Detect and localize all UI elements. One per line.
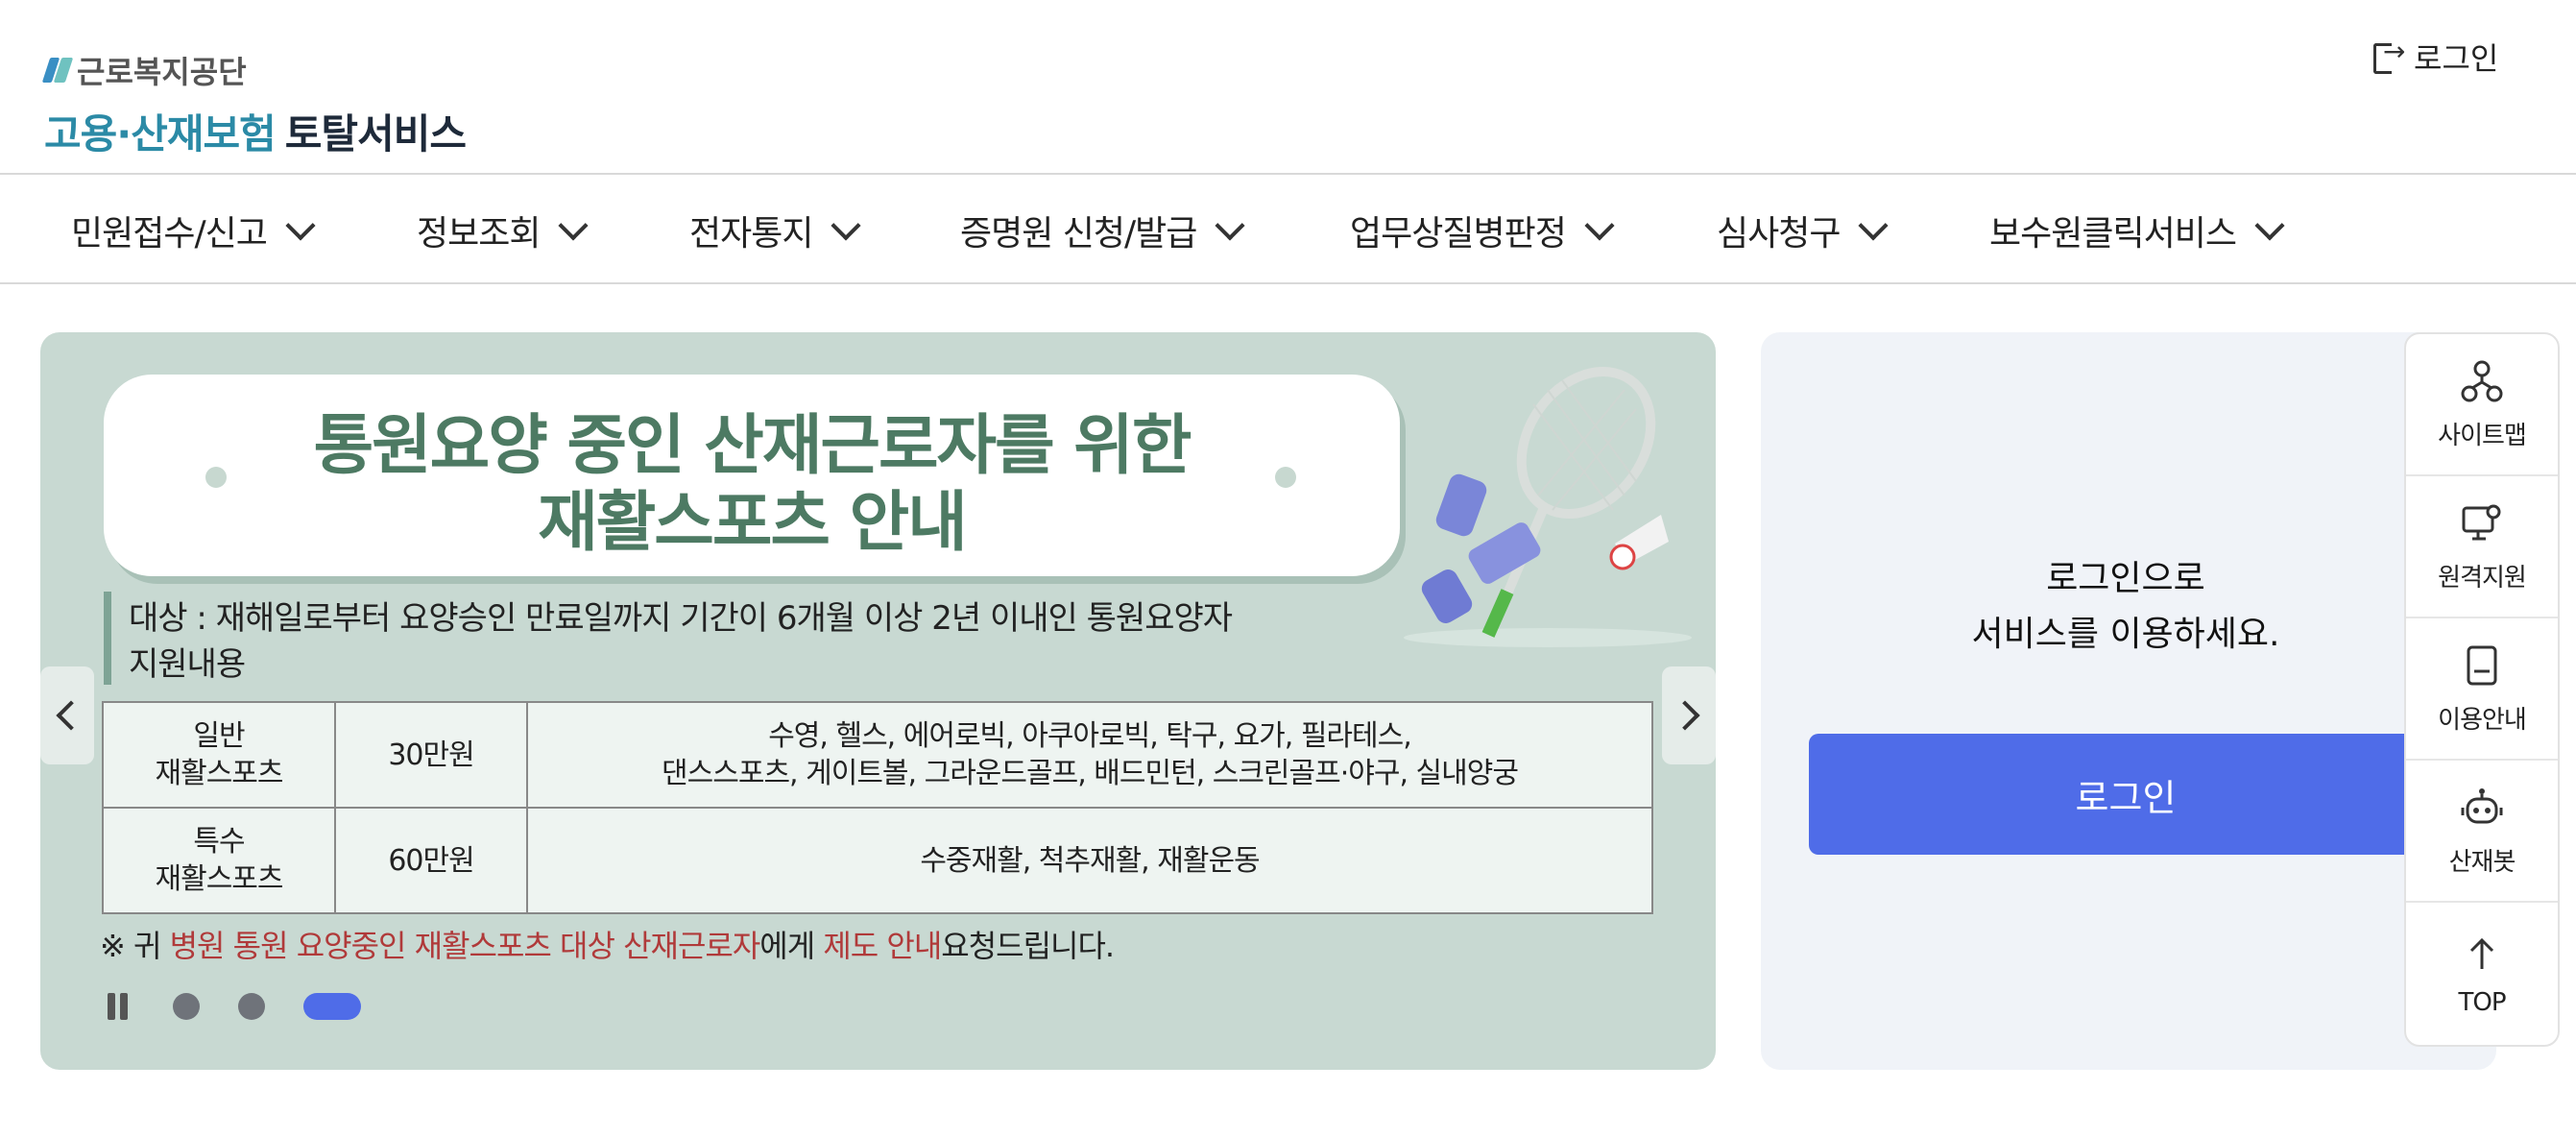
type-line: 특수 (193, 825, 245, 859)
chatbot-icon (2461, 787, 2503, 823)
detail-line: 댄스스포츠, 게이트볼, 그라운드골프, 배드민턴, 스크린골프·야구, 실내양… (662, 757, 1519, 790)
slide-indicator-2[interactable] (238, 993, 265, 1020)
site-logo[interactable]: 근로복지공단 고용·산재보험 토탈서비스 (44, 48, 467, 160)
quick-item-label: 이용안내 (2438, 705, 2527, 735)
chevron-down-icon (831, 210, 862, 241)
detail-line: 수영, 헬스, 에어로빅, 아쿠아로빅, 탁구, 요가, 필라테스, (768, 719, 1412, 753)
quick-item-label: TOP (2458, 988, 2506, 1017)
logo-mark-icon (44, 56, 71, 85)
logo-org-name: 근로복지공단 (77, 54, 247, 90)
pause-icon[interactable] (106, 993, 131, 1020)
gnb-item-one-click-service[interactable]: 보수원클릭서비스 (1989, 206, 2285, 255)
logo-service-a: 고용·산재보험 (44, 110, 277, 157)
note-highlight: 병원 통원 요양중인 재활스포츠 대상 산재근로자 (169, 928, 761, 964)
chevron-down-icon (1858, 210, 1890, 241)
login-panel: 로그인으로 서비스를 이용하세요. 로그인 (1761, 332, 2496, 1070)
gnb-item-review-request[interactable]: 심사청구 (1717, 206, 1890, 255)
login-button[interactable]: 로그인 (1809, 734, 2443, 855)
quick-item-label: 사이트맵 (2438, 421, 2527, 450)
slide-indicator-3[interactable] (303, 993, 361, 1020)
chevron-down-icon (285, 210, 316, 241)
main-navigation: 민원접수/신고 정보조회 전자통지 증명원 신청/발급 업무상질병판정 심사청구… (0, 177, 2576, 284)
quick-item-chatbot[interactable]: 산재봇 (2406, 761, 2558, 903)
banner-title-box: 통원요양 중인 산재근로자를 위한 재활스포츠 안내 (104, 375, 1400, 576)
table-cell-detail: 수중재활, 척추재활, 재활운동 (526, 807, 1653, 914)
arrow-up-icon (2469, 937, 2494, 969)
banner-controls (106, 993, 361, 1020)
table-row: 특수 재활스포츠 60만원 수중재활, 척추재활, 재활운동 (102, 807, 1653, 914)
quick-item-guide[interactable]: 이용안내 (2406, 618, 2558, 761)
login-message: 로그인으로 서비스를 이용하세요. (1761, 551, 2491, 663)
banner-target-text: 대상 : 재해일로부터 요양승인 만료일까지 기간이 6개월 이상 2년 이내인… (104, 592, 1233, 639)
table-row: 일반재활스포츠 30만원 수영, 헬스, 에어로빅, 아쿠아로빅, 탁구, 요가… (102, 701, 1653, 809)
gnb-item-info-inquiry[interactable]: 정보조회 (417, 206, 590, 255)
logo-service-b: 토탈서비스 (284, 110, 467, 157)
type-line: 재활스포츠 (155, 862, 284, 896)
gnb-label: 민원접수/신고 (71, 214, 268, 254)
banner-next-button[interactable] (1662, 666, 1716, 764)
gnb-label: 증명원 신청/발급 (960, 214, 1197, 254)
gnb-label: 정보조회 (417, 214, 541, 254)
site-header: 근로복지공단 고용·산재보험토탈서비스 로그인 (0, 0, 2576, 175)
quick-item-top[interactable]: TOP (2406, 903, 2558, 1045)
chevron-down-icon (558, 210, 590, 241)
login-icon (2371, 36, 2405, 74)
gnb-item-occupational-disease[interactable]: 업무상질병판정 (1350, 206, 1615, 255)
table-cell-detail: 수영, 헬스, 에어로빅, 아쿠아로빅, 탁구, 요가, 필라테스, 댄스스포츠,… (526, 701, 1653, 809)
table-cell-amount: 60만원 (334, 807, 528, 914)
banner-prev-button[interactable] (40, 666, 94, 764)
support-table: 일반재활스포츠 30만원 수영, 헬스, 에어로빅, 아쿠아로빅, 탁구, 요가… (102, 701, 1653, 914)
chevron-left-icon (56, 700, 86, 731)
gnb-label: 전자통지 (689, 214, 813, 254)
gnb-label: 업무상질병판정 (1350, 214, 1567, 254)
quick-item-label: 산재봇 (2448, 847, 2516, 877)
gnb-label: 보수원클릭서비스 (1989, 214, 2237, 254)
main-banner[interactable]: 통원요양 중인 산재근로자를 위한 재활스포츠 안내 대상 : 재해일로부터 요… (40, 332, 1716, 1070)
sports-equipment-icon (1404, 366, 1692, 647)
chevron-down-icon (1584, 210, 1615, 241)
chevron-right-icon (1670, 700, 1700, 731)
remote-support-icon (2462, 504, 2501, 540)
sitemap-icon (2461, 360, 2503, 401)
slide-indicator-1[interactable] (173, 993, 200, 1020)
header-login-label: 로그인 (2414, 40, 2499, 77)
banner-support-heading: 지원내용 (104, 638, 246, 685)
note-text: ※ 귀 (100, 928, 170, 964)
gnb-item-civil-complaint[interactable]: 민원접수/신고 (71, 206, 316, 255)
quick-item-sitemap[interactable]: 사이트맵 (2406, 334, 2558, 476)
quick-menu: 사이트맵 원격지원 이용안내 산재봇 TOP (2404, 332, 2560, 1047)
note-text: 요청드립니다. (941, 928, 1115, 964)
chevron-down-icon (2254, 210, 2285, 241)
gnb-label: 심사청구 (1717, 214, 1841, 254)
table-cell-type: 특수 재활스포츠 (102, 807, 336, 914)
type-line: 일반 (193, 719, 245, 753)
quick-item-label: 원격지원 (2438, 563, 2527, 593)
login-message-line2: 서비스를 이용하세요. (1971, 615, 2280, 654)
banner-title-line2: 재활스포츠 안내 (538, 485, 968, 561)
banner-note: ※ 귀 병원 통원 요양중인 재활스포츠 대상 산재근로자에게 제도 안내요청드… (100, 922, 1115, 966)
note-highlight: 제도 안내 (823, 928, 942, 964)
type-line: 재활스포츠 (155, 757, 284, 790)
table-cell-type: 일반재활스포츠 (102, 701, 336, 809)
gnb-item-e-notice[interactable]: 전자통지 (689, 206, 862, 255)
quick-item-remote-support[interactable]: 원격지원 (2406, 476, 2558, 618)
login-message-line1: 로그인으로 (2046, 559, 2205, 598)
guide-book-icon (2467, 645, 2497, 685)
gnb-item-certificate[interactable]: 증명원 신청/발급 (960, 206, 1245, 255)
chevron-down-icon (1215, 210, 1245, 241)
note-text: 에게 (759, 928, 824, 964)
table-cell-amount: 30만원 (334, 701, 528, 809)
header-login-link[interactable]: 로그인 (2371, 35, 2498, 79)
